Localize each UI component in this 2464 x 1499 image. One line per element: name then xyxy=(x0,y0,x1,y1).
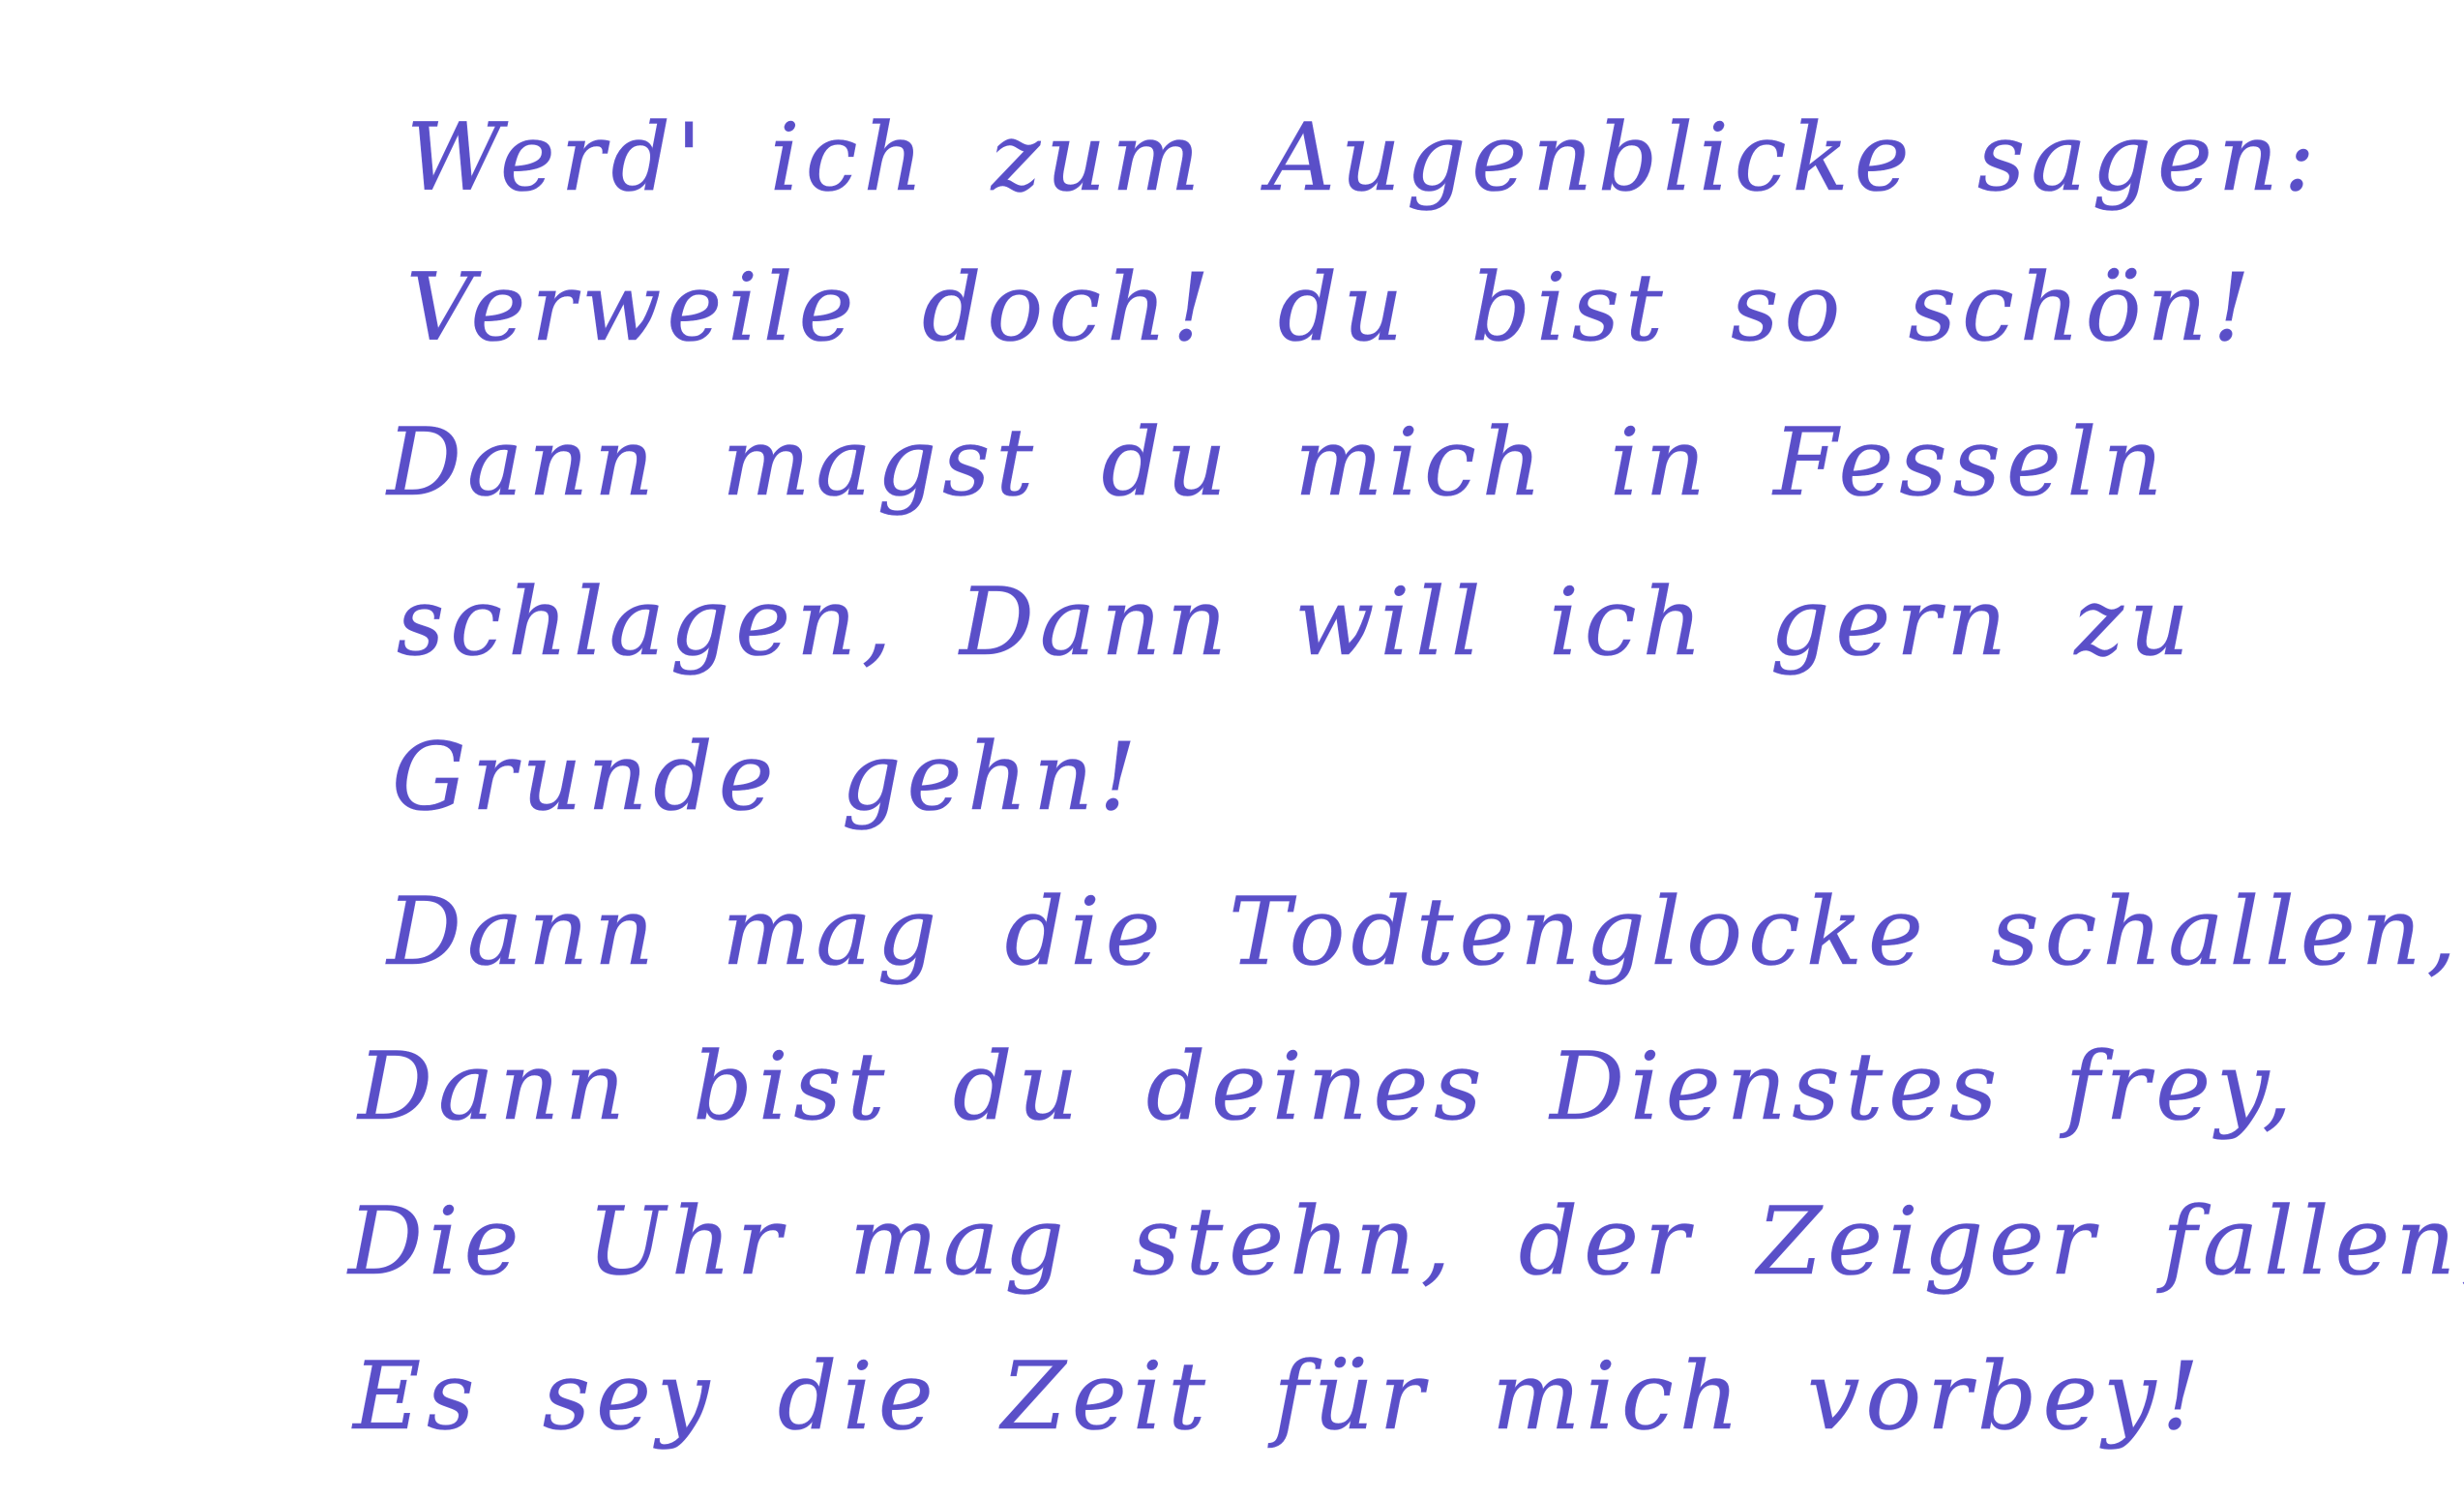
poem-line-8: Die Uhr mag stehn, der Zeiger fallen, xyxy=(348,1187,2464,1296)
poem-line-4: schlagen, Dann will ich gern zu xyxy=(397,568,2195,676)
poem-line-9: Es sey die Zeit für mich vorbey! xyxy=(353,1342,2206,1451)
poem-line-6: Dann mag die Todtenglocke schallen, xyxy=(387,878,2463,986)
handwritten-page: Werd' ich zum Augenblicke sagen: Verweil… xyxy=(0,0,2464,1499)
poem-line-7: Dann bist du deines Dienstes frey, xyxy=(358,1033,2299,1141)
poem-line-1: Werd' ich zum Augenblicke sagen: xyxy=(406,104,2321,212)
poem-line-2: Verweile doch! du bist so schön! xyxy=(406,254,2256,362)
poem-line-3: Dann magst du mich in Fesseln xyxy=(387,408,2169,517)
poem-line-5: Grunde gehn! xyxy=(392,723,1143,831)
